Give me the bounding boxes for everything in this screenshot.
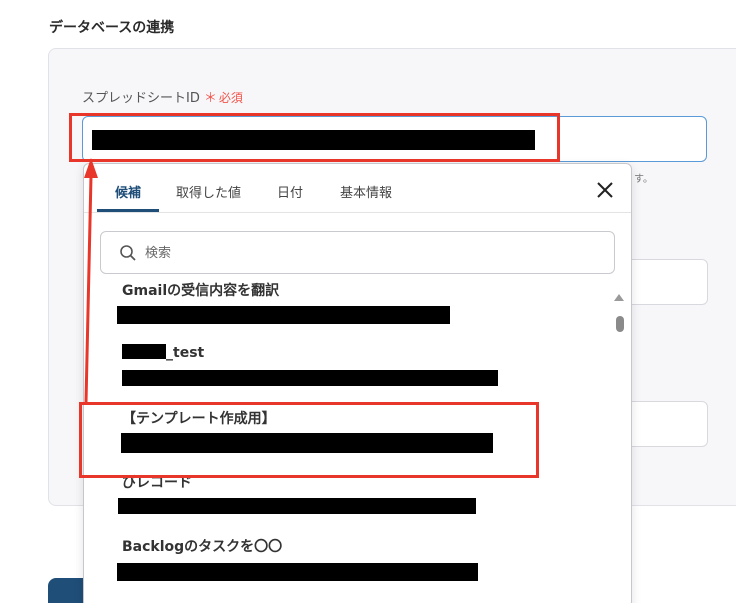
tab-candidates[interactable]: 候補 <box>115 182 141 201</box>
scroll-up-arrow-icon[interactable] <box>614 294 624 301</box>
range-input[interactable] <box>620 401 708 447</box>
close-icon[interactable] <box>595 180 615 200</box>
search-input[interactable] <box>145 242 585 264</box>
redacted-value <box>117 306 450 324</box>
active-tab-indicator <box>97 209 159 212</box>
annotation-highlight-box <box>79 402 539 478</box>
list-item[interactable]: Gmailの受信内容を翻訳 <box>84 282 609 338</box>
tab-date[interactable]: 日付 <box>277 182 303 201</box>
redacted-value <box>118 498 476 514</box>
annotation-highlight-box <box>69 113 560 162</box>
search-box <box>100 231 615 274</box>
item-title: Gmailの受信内容を翻訳 <box>122 283 280 299</box>
redacted-title <box>122 344 166 359</box>
scrollbar-thumb[interactable] <box>616 316 624 332</box>
table-name-input[interactable] <box>620 259 708 305</box>
redacted-value <box>122 370 498 386</box>
spreadsheet-id-label-text: スプレッドシートID <box>82 91 200 106</box>
item-title: _test <box>122 344 204 361</box>
candidate-dropdown: 候補 取得した値 日付 基本情報 Gmailの受信内容を翻訳 _test <box>83 163 632 603</box>
list-item[interactable]: Backlogのタスクを〇〇 <box>84 530 609 594</box>
tab-acquired-values[interactable]: 取得した値 <box>176 182 241 201</box>
dropdown-tabs: 候補 取得した値 日付 基本情報 <box>84 164 631 213</box>
list-item[interactable]: _test <box>84 338 609 402</box>
item-title-suffix: _test <box>166 345 205 361</box>
required-text: 必須 <box>218 91 243 105</box>
tab-basic-info[interactable]: 基本情報 <box>340 182 392 201</box>
item-title: Backlogのタスクを〇〇 <box>122 539 283 555</box>
search-icon <box>119 244 137 262</box>
redacted-value <box>117 563 478 581</box>
required-asterisk: ＊ <box>203 91 217 106</box>
field-hint-text: す。 <box>634 174 653 185</box>
section-title: データベースの連携 <box>49 20 175 36</box>
spreadsheet-id-label: スプレッドシートID ＊必須 <box>82 87 243 106</box>
